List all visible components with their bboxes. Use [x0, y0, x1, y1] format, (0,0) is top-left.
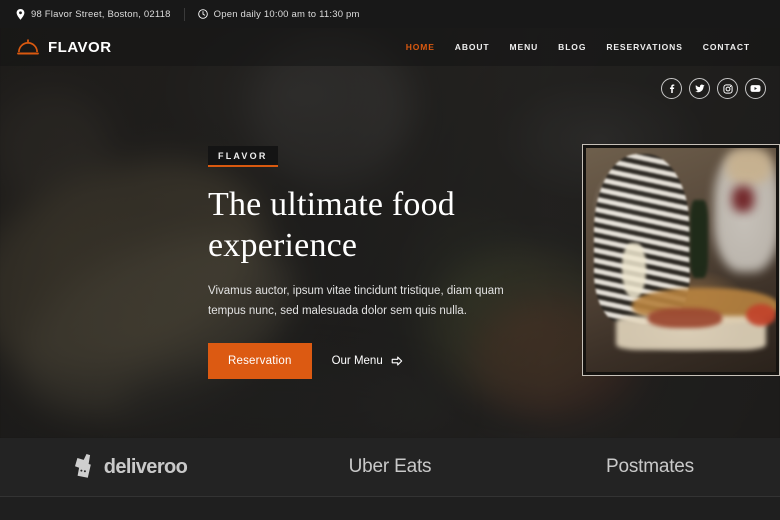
deliveroo-kangaroo-icon [73, 454, 95, 480]
twitter-icon[interactable] [689, 78, 710, 99]
partner-postmates[interactable]: Postmates [520, 456, 780, 478]
address-block: 98 Flavor Street, Boston, 02118 [16, 8, 171, 20]
arrow-right-icon [391, 356, 403, 367]
brand-logo[interactable]: FLAVOR [16, 37, 112, 57]
partner-deliveroo[interactable]: deliveroo [0, 454, 260, 480]
page-root: 98 Flavor Street, Boston, 02118 Open dai… [0, 0, 780, 520]
clock-icon [197, 9, 208, 19]
nav-links: HOME ABOUT MENU BLOG RESERVATIONS CONTAC… [406, 42, 764, 52]
location-pin-icon [16, 8, 25, 20]
youtube-icon[interactable] [745, 78, 766, 99]
partner-name-deliveroo: deliveroo [103, 455, 188, 478]
inset-photo-content [586, 148, 776, 372]
partner-uber-eats[interactable]: Uber Eats [260, 456, 520, 478]
social-links [661, 78, 766, 99]
nav-item-home[interactable]: HOME [406, 42, 435, 52]
instagram-icon[interactable] [717, 78, 738, 99]
nav-item-reservations[interactable]: RESERVATIONS [606, 42, 682, 52]
hours-text: Open daily 10:00 am to 11:30 pm [213, 8, 360, 20]
hours-block: Open daily 10:00 am to 11:30 pm [197, 8, 360, 20]
hero-eyebrow-badge: FLAVOR [208, 146, 278, 167]
inset-shape [690, 200, 708, 278]
cloche-dome-icon [16, 37, 40, 57]
topbar-divider [183, 7, 185, 21]
hero-description: Vivamus auctor, ipsum vitae tincidunt tr… [208, 284, 504, 318]
hero-actions: Reservation Our Menu [208, 343, 538, 380]
top-info-bar: 98 Flavor Street, Boston, 02118 Open dai… [0, 0, 780, 28]
reservation-button[interactable]: Reservation [208, 343, 312, 380]
delivery-partners-bar: deliveroo Uber Eats Postmates [0, 438, 780, 497]
nav-item-about[interactable]: ABOUT [455, 42, 490, 52]
partner-name-postmates: Postmates [606, 456, 694, 477]
inset-shape [732, 186, 754, 212]
our-menu-label: Our Menu [331, 355, 383, 368]
inset-shape [622, 243, 646, 299]
main-navbar: FLAVOR HOME ABOUT MENU BLOG RESERVATIONS… [0, 28, 780, 66]
nav-item-menu[interactable]: MENU [510, 42, 539, 52]
brand-name: FLAVOR [48, 38, 112, 56]
partner-name-uber-eats: Uber Eats [348, 456, 432, 477]
our-menu-button[interactable]: Our Menu [330, 349, 405, 373]
address-text: 98 Flavor Street, Boston, 02118 [31, 8, 171, 20]
hero-inset-image [582, 144, 780, 376]
nav-item-contact[interactable]: CONTACT [703, 42, 750, 52]
hero-title: The ultimate food experience [208, 186, 455, 265]
nav-item-blog[interactable]: BLOG [558, 42, 586, 52]
hero-content: FLAVOR The ultimate food experience Viva… [208, 146, 538, 380]
facebook-icon[interactable] [661, 78, 682, 99]
inset-shape [648, 308, 722, 328]
inset-shape [726, 148, 772, 184]
inset-shape [746, 304, 776, 326]
page-footer-strip [0, 497, 780, 520]
